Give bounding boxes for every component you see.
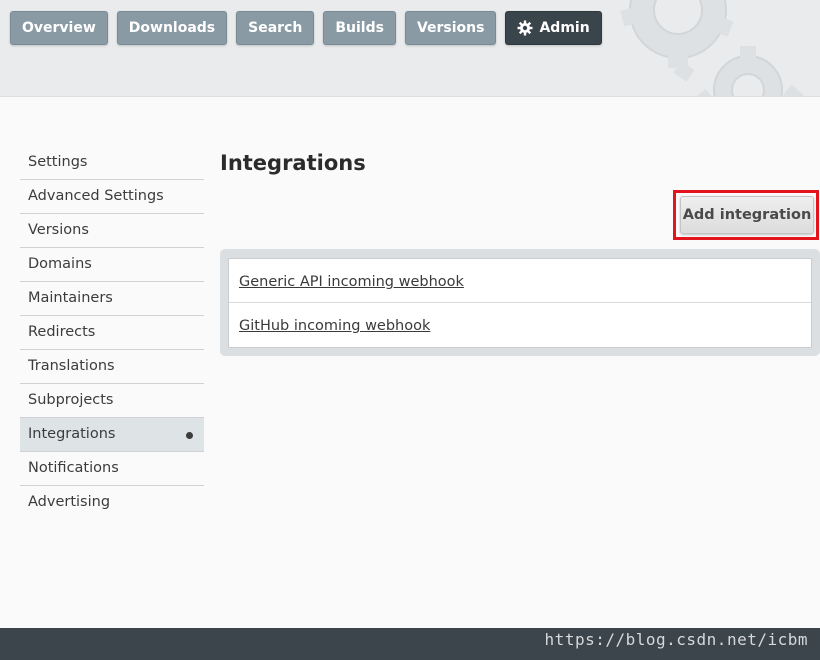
nav-admin-label: Admin (539, 20, 590, 36)
list-item: GitHub incoming webhook (229, 303, 811, 347)
sidebar-item-advanced-settings[interactable]: Advanced Settings (20, 180, 204, 214)
gears-decoration-icon (620, 0, 804, 96)
sidebar-item-redirects[interactable]: Redirects (20, 316, 204, 350)
nav-downloads-button[interactable]: Downloads (116, 11, 228, 45)
nav-overview-button[interactable]: Overview (10, 11, 108, 45)
sidebar-item-advertising[interactable]: Advertising (20, 486, 204, 520)
nav-builds-button[interactable]: Builds (323, 11, 396, 45)
sidebar-item-subprojects[interactable]: Subprojects (20, 384, 204, 418)
sidebar-item-settings[interactable]: Settings (20, 146, 204, 180)
integration-link-github[interactable]: GitHub incoming webhook (239, 318, 430, 334)
footer-bar: https://blog.csdn.net/icbm (0, 628, 820, 660)
nav-versions-button[interactable]: Versions (404, 11, 497, 45)
integration-link-generic-api[interactable]: Generic API incoming webhook (239, 274, 464, 290)
page-title: Integrations (220, 151, 366, 175)
top-nav: Overview Downloads Search Builds Version… (10, 11, 611, 45)
sidebar-item-domains[interactable]: Domains (20, 248, 204, 282)
nav-admin-button[interactable]: Admin (505, 11, 602, 45)
sidebar-item-versions[interactable]: Versions (20, 214, 204, 248)
gear-icon (517, 20, 533, 36)
sidebar-item-label: Integrations (28, 426, 116, 442)
integrations-list: Generic API incoming webhook GitHub inco… (228, 258, 812, 348)
nav-search-button[interactable]: Search (236, 11, 315, 45)
add-integration-button[interactable]: Add integration (680, 196, 814, 234)
admin-sidebar: Settings Advanced Settings Versions Doma… (20, 146, 204, 520)
active-bullet-icon (186, 432, 193, 439)
sidebar-item-translations[interactable]: Translations (20, 350, 204, 384)
list-item: Generic API incoming webhook (229, 259, 811, 303)
sidebar-item-notifications[interactable]: Notifications (20, 452, 204, 486)
sidebar-item-integrations[interactable]: Integrations (20, 418, 204, 452)
header-band: Overview Downloads Search Builds Version… (0, 0, 820, 97)
sidebar-item-maintainers[interactable]: Maintainers (20, 282, 204, 316)
watermark-text: https://blog.csdn.net/icbm (544, 630, 808, 649)
